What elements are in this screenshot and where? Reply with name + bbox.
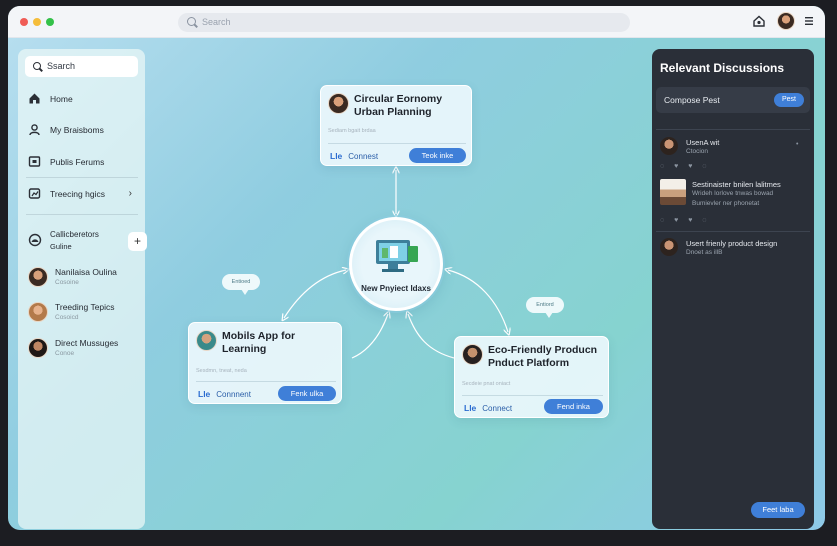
connector-line <box>448 270 508 332</box>
central-idea-node[interactable]: New Pnyiect Idaxs <box>349 217 443 311</box>
central-idea-label: New Pnyiect Idaxs <box>361 284 431 293</box>
idea-card-title: Eco-Friendly Producn Pnduct Platform <box>488 344 598 369</box>
connector-line <box>408 314 455 359</box>
avatar <box>660 137 678 155</box>
post-author: UsenA wit <box>686 138 720 147</box>
idea-card-action-button[interactable]: Teok inke <box>409 148 466 163</box>
idea-card-action-button[interactable]: Fend inka <box>544 399 603 414</box>
idea-card-title: Circular Eornomy Urban Planning <box>354 93 443 118</box>
post-title: Sestinaister bnilen lalitmes <box>692 180 781 189</box>
post-text: Wrideh lorlove tnwas bowad <box>692 190 774 197</box>
idea-card-title: Mobils App for Learning <box>222 330 296 355</box>
comment-icon: Lle <box>464 403 477 413</box>
avatar <box>328 93 349 114</box>
reaction-bar[interactable]: ◌ ♥ ♥ ◌ <box>660 217 710 224</box>
divider <box>656 129 810 130</box>
reaction-bar[interactable]: ◌ ♥ ♥ ◌ <box>660 163 710 170</box>
idea-card-mobile-app[interactable]: Mobils App for Learning Sesdmn, tneat, ne… <box>188 322 342 404</box>
post-button[interactable]: Pest <box>774 93 804 107</box>
app-window: Search Ssarch Home My Braisboms Publis F… <box>8 6 825 530</box>
post-meta: Ctocion <box>686 148 709 155</box>
post-text: Dnoet as illB <box>686 249 723 256</box>
compose-label: Compose Pest <box>664 95 720 105</box>
divider <box>328 143 466 144</box>
avatar <box>196 330 217 351</box>
idea-card-subtitle: Secdeie pnat oniact <box>462 381 511 387</box>
post-thumbnail <box>660 179 686 205</box>
comment-icon: Lle <box>198 389 211 399</box>
divider <box>196 381 336 382</box>
idea-card-circular-economy[interactable]: Circular Eornomy Urban Planning Sediam bg… <box>320 85 472 166</box>
divider <box>656 231 810 232</box>
comment-link[interactable]: Lle Connnent <box>198 389 251 399</box>
discussions-panel: Relevant Discussions Compose Pest Pest U… <box>652 49 814 529</box>
discussion-post[interactable]: Usert frienly product design Dnoet as il… <box>660 238 810 262</box>
comment-bubble[interactable]: Entioed <box>222 274 260 295</box>
idea-card-subtitle: Sediam bgait brdaa <box>328 128 376 134</box>
comment-bubble[interactable]: Entiord <box>526 297 564 318</box>
discussion-post[interactable]: Sestinaister bnilen lalitmes Wrideh lorl… <box>660 179 810 207</box>
idea-card-eco-friendly[interactable]: Eco-Friendly Producn Pnduct Platform Secd… <box>454 336 609 418</box>
divider <box>462 395 603 396</box>
comment-link[interactable]: Lle Connest <box>330 151 378 161</box>
panel-title: Relevant Discussions <box>660 61 785 75</box>
avatar <box>660 238 678 256</box>
comment-link[interactable]: Lle Connect <box>464 403 512 413</box>
monitor-icon <box>376 240 418 272</box>
idea-card-action-button[interactable]: Fenk ulka <box>278 386 336 401</box>
connector-line <box>351 314 388 359</box>
connector-line <box>284 270 346 318</box>
feed-button[interactable]: Feet laba <box>751 502 805 518</box>
idea-card-subtitle: Sesdmn, tneat, neda <box>196 368 247 374</box>
post-title: Usert frienly product design <box>686 239 778 248</box>
avatar <box>462 344 483 365</box>
discussion-post[interactable]: UsenA wit Ctocion • <box>660 137 810 161</box>
compose-post-input[interactable]: Compose Pest Pest <box>656 87 810 113</box>
post-text: Bumievler ner phonetat <box>692 200 760 207</box>
comment-icon: Lle <box>330 151 343 161</box>
more-icon[interactable]: • <box>796 141 798 148</box>
